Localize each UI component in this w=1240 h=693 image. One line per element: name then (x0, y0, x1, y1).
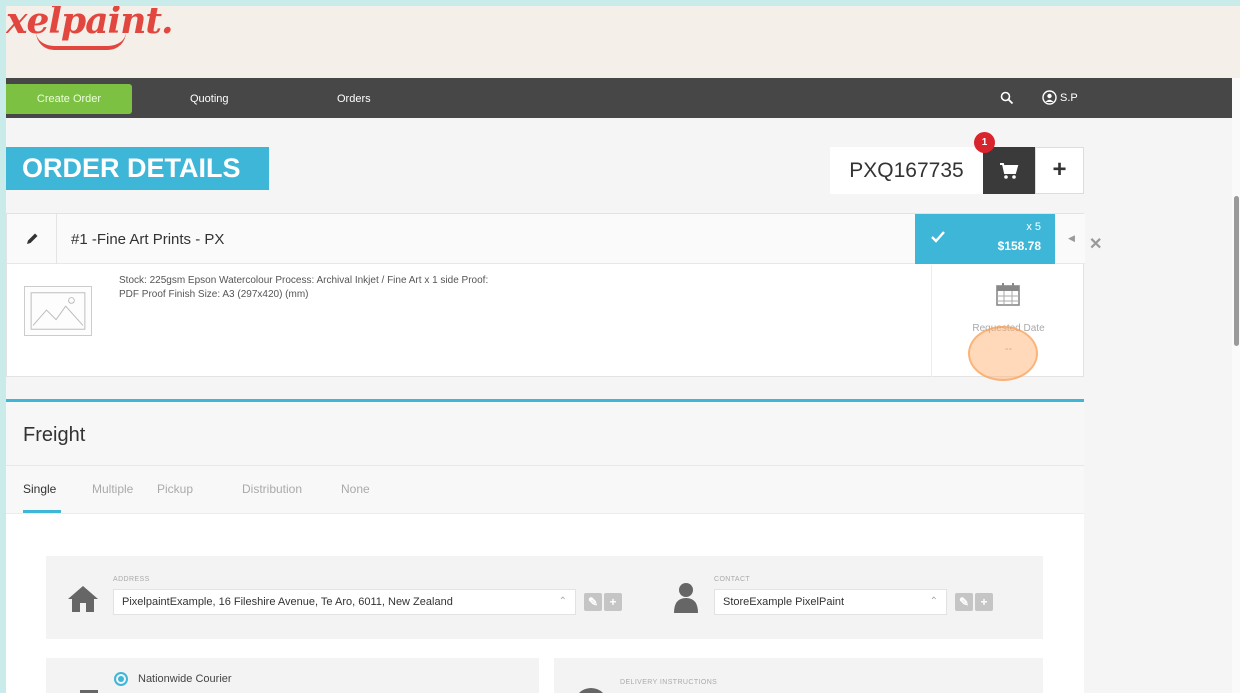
edit-item-button[interactable] (7, 214, 57, 264)
logo-smile-icon (36, 32, 126, 50)
tab-pickup[interactable]: Pickup (157, 482, 193, 496)
address-select[interactable]: PixelpaintExample, 16 Fileshire Avenue, … (113, 589, 576, 615)
nav-orders[interactable]: Orders (337, 84, 371, 114)
contact-select[interactable]: StoreExample PixelPaint ⌃ (714, 589, 947, 615)
add-contact-button[interactable]: + (975, 593, 993, 611)
contact-value: StoreExample PixelPaint (723, 596, 845, 608)
courier-radio[interactable] (114, 672, 128, 686)
user-initials: S.P (1060, 91, 1078, 104)
tab-multiple[interactable]: Multiple (92, 482, 133, 496)
check-icon (931, 231, 945, 243)
address-panel: ADDRESS PixelpaintExample, 16 Fileshire … (46, 556, 1043, 639)
search-icon[interactable] (1000, 91, 1014, 105)
courier-panel: Nationwide Courier (46, 658, 539, 693)
tab-single[interactable]: Single (23, 482, 56, 496)
edit-address-button[interactable]: ✎ (584, 593, 602, 611)
item-quantity: x 5 (1026, 221, 1041, 233)
page-title: ORDER DETAILS (22, 153, 241, 183)
contact-label: CONTACT (714, 576, 751, 583)
scrollbar-track[interactable] (1232, 78, 1240, 693)
calendar-icon (996, 283, 1020, 306)
delivery-panel: DELIVERY INSTRUCTIONS (554, 658, 1043, 693)
price-box[interactable]: x 5 $158.78 (915, 214, 1055, 264)
app-window: xelpaint. Create Order Quoting Orders S.… (6, 6, 1240, 693)
collapse-arrow-icon[interactable]: ◀ (1068, 233, 1075, 244)
address-value: PixelpaintExample, 16 Fileshire Avenue, … (122, 596, 453, 608)
freight-title: Freight (23, 424, 86, 446)
note-icon (574, 688, 608, 693)
tab-distribution[interactable]: Distribution (242, 482, 302, 496)
freight-tabs: Single Multiple Pickup Distribution None (6, 466, 1084, 514)
remove-item-icon[interactable]: ✕ (1089, 234, 1102, 254)
edit-contact-button[interactable]: ✎ (955, 593, 973, 611)
item-price: $158.78 (997, 239, 1041, 253)
nav-quoting[interactable]: Quoting (190, 84, 229, 114)
tab-none[interactable]: None (341, 482, 370, 496)
chevron-down-icon: ⌃ (558, 596, 567, 607)
main-nav: Create Order Quoting Orders S.P (6, 78, 1232, 118)
chevron-down-icon: ⌃ (929, 596, 938, 607)
create-order-button[interactable]: Create Order (6, 84, 132, 114)
scrollbar-thumb[interactable] (1234, 196, 1239, 346)
artwork-thumbnail[interactable] (24, 286, 92, 336)
freight-header: Freight (6, 402, 1084, 466)
page-title-box: ORDER DETAILS (6, 147, 269, 190)
pencil-icon (27, 233, 38, 244)
add-address-button[interactable]: + (604, 593, 622, 611)
click-indicator (968, 326, 1038, 381)
add-item-button[interactable]: + (1035, 147, 1084, 194)
cart-icon (1000, 163, 1019, 179)
item-description: Stock: 225gsm Epson Watercolour Process:… (119, 275, 489, 300)
courier-label: Nationwide Courier (138, 673, 232, 685)
user-menu[interactable]: S.P (1042, 90, 1078, 105)
cart-count-badge: 1 (974, 132, 995, 153)
order-item-card: #1 -Fine Art Prints - PX x 5 $158.78 Sto… (6, 213, 1085, 377)
item-header: #1 -Fine Art Prints - PX x 5 $158.78 (7, 214, 1085, 264)
freight-section: Freight Single Multiple Pickup Distribut… (6, 399, 1084, 693)
address-label: ADDRESS (113, 576, 150, 583)
user-icon (1042, 90, 1057, 105)
home-icon (68, 586, 98, 612)
person-icon (674, 583, 698, 613)
item-title: #1 -Fine Art Prints - PX (71, 231, 225, 248)
delivery-instructions-label: DELIVERY INSTRUCTIONS (620, 679, 718, 686)
cart-button[interactable] (983, 147, 1035, 194)
active-tab-indicator (23, 510, 61, 513)
brand-bar: xelpaint. (6, 6, 1240, 78)
order-number: PXQ167735 (830, 147, 983, 194)
